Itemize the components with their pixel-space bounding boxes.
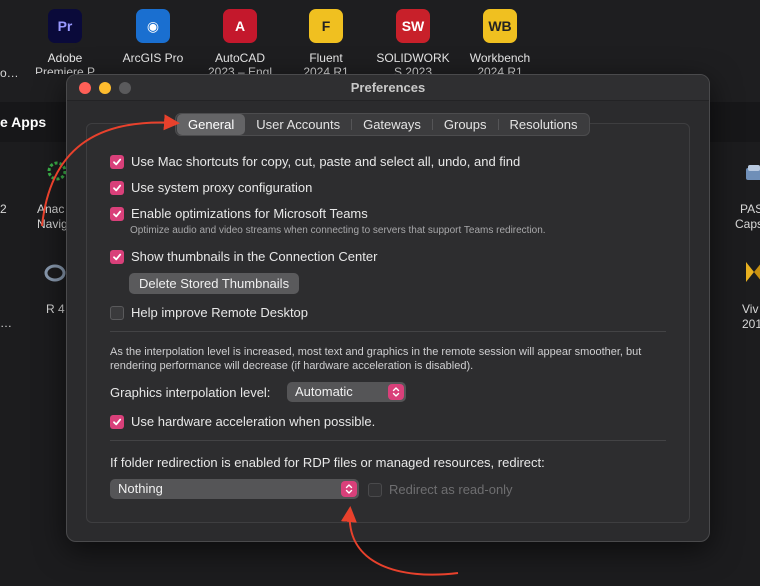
folder-redirection-select[interactable]: Nothing <box>110 479 359 499</box>
checkmark-icon <box>113 253 122 260</box>
fragment-text: PAS <box>740 202 760 216</box>
title-bar[interactable]: Preferences <box>67 75 709 101</box>
app-label: AutoCAD <box>214 51 266 65</box>
fragment-text: R 4 <box>46 302 65 316</box>
mac-shortcuts-option: Use Mac shortcuts for copy, cut, paste a… <box>110 154 520 169</box>
tab-groups[interactable]: Groups <box>433 114 498 135</box>
help-improve-checkbox[interactable] <box>110 305 124 320</box>
system-proxy-checkbox[interactable] <box>110 180 124 195</box>
interpolation-value: Automatic <box>295 384 353 399</box>
app-label: Fluent <box>309 51 343 65</box>
fragment-text: Navig <box>37 217 68 231</box>
hardware-accel-option: Use hardware acceleration when possible. <box>110 414 375 429</box>
read-only-label: Redirect as read-only <box>389 482 513 497</box>
folder-redirection-value: Nothing <box>118 481 163 496</box>
app-tile[interactable]: ◉ ArcGIS Pro <box>107 0 199 74</box>
tab-resolutions[interactable]: Resolutions <box>499 114 589 135</box>
app-tile[interactable]: WB Workbench 2024 R1 <box>454 0 546 74</box>
delete-thumbnails-button[interactable]: Delete Stored Thumbnails <box>129 273 300 294</box>
app-tile[interactable]: Pr Adobe Premiere P <box>19 0 111 74</box>
app-sublabel: Premiere P <box>34 65 96 74</box>
app-icon: Pr <box>48 9 82 43</box>
app-sublabel <box>107 65 199 74</box>
zoom-window-button[interactable] <box>119 82 131 94</box>
app-tile[interactable]: SW SOLIDWORK S 2023 <box>367 0 459 74</box>
tab-general[interactable]: General <box>177 114 246 135</box>
app-icon: SW <box>396 9 430 43</box>
app-sublabel: 2023 – Engl <box>207 65 273 74</box>
app-label: SOLIDWORK <box>376 51 450 65</box>
checkmark-icon <box>113 418 122 425</box>
app-sublabel: S 2023 <box>393 65 433 74</box>
fragment-text: 2 <box>0 202 7 216</box>
thumbnails-checkbox[interactable] <box>110 249 124 264</box>
mac-shortcuts-checkbox[interactable] <box>110 154 124 169</box>
section-title: e Apps <box>0 114 47 130</box>
app-icon: ◉ <box>136 9 170 43</box>
checkmark-icon <box>113 210 122 217</box>
folder-redirection-note: If folder redirection is enabled for RDP… <box>110 455 545 470</box>
app-sublabel: 2024 R1 <box>477 65 523 74</box>
hardware-accel-label: Use hardware acceleration when possible. <box>131 414 376 429</box>
teams-checkbox[interactable] <box>110 206 124 221</box>
anaconda-icon <box>47 161 67 181</box>
read-only-checkbox[interactable] <box>368 482 382 497</box>
app-label: Workbench <box>469 51 531 65</box>
app-tile[interactable]: A AutoCAD 2023 – Engl <box>194 0 286 74</box>
interpolation-select[interactable]: Automatic <box>287 382 406 402</box>
window-title: Preferences <box>350 80 426 95</box>
mac-shortcuts-label: Use Mac shortcuts for copy, cut, paste a… <box>131 154 521 169</box>
help-improve-option: Help improve Remote Desktop <box>110 305 308 320</box>
fragment-text: Anac <box>37 202 65 216</box>
preferences-window: Preferences General User Accounts Gatewa… <box>66 74 710 542</box>
teams-hint: Optimize audio and video streams when co… <box>130 225 546 236</box>
system-proxy-option: Use system proxy configuration <box>110 180 312 195</box>
updown-chevron-icon <box>388 384 404 400</box>
divider <box>110 440 666 441</box>
tab-gateways[interactable]: Gateways <box>352 114 432 135</box>
tab-user-accounts[interactable]: User Accounts <box>245 114 351 135</box>
fragment-text: … <box>0 316 12 330</box>
thumbnails-label: Show thumbnails in the Connection Center <box>131 249 378 264</box>
fragment-text: Viv <box>742 302 759 316</box>
checkmark-icon <box>113 158 122 165</box>
app-label: Adobe <box>47 51 83 65</box>
interpolation-note: As the interpolation level is increased,… <box>110 346 642 372</box>
teams-label: Enable optimizations for Microsoft Teams <box>131 206 368 221</box>
fragment-text: 201 <box>742 317 760 331</box>
hardware-accel-checkbox[interactable] <box>110 414 124 429</box>
divider <box>110 331 666 332</box>
r-icon <box>44 264 66 282</box>
fragment-text: Caps <box>735 217 760 231</box>
teams-option: Enable optimizations for Microsoft Teams <box>110 206 368 221</box>
app-icon: WB <box>483 9 517 43</box>
checkmark-icon <box>113 184 122 191</box>
close-window-button[interactable] <box>79 82 91 94</box>
system-proxy-label: Use system proxy configuration <box>131 180 313 195</box>
read-only-option: Redirect as read-only <box>368 482 513 497</box>
thumbnails-option: Show thumbnails in the Connection Center <box>110 249 377 264</box>
app-sublabel: 2024 R1 <box>303 65 349 74</box>
app-icon: A <box>223 9 257 43</box>
interpolation-label: Graphics interpolation level: <box>110 385 271 400</box>
fragment-text: o… <box>0 66 19 80</box>
vivado-icon <box>746 262 760 282</box>
minimize-window-button[interactable] <box>99 82 111 94</box>
pasco-icon <box>746 165 760 180</box>
help-improve-label: Help improve Remote Desktop <box>131 305 309 320</box>
preferences-tabs: General User Accounts Gateways Groups Re… <box>175 113 591 136</box>
app-tile[interactable]: F Fluent 2024 R1 <box>280 0 372 74</box>
app-label: ArcGIS Pro <box>122 51 184 65</box>
updown-chevron-icon <box>341 481 357 497</box>
app-icon: F <box>309 9 343 43</box>
